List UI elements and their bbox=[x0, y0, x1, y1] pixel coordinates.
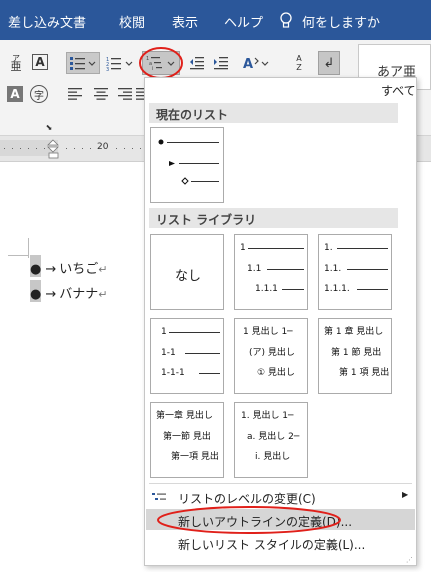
show-formatting-marks-icon[interactable]: ↲ bbox=[318, 51, 340, 75]
level-2-label: 1.1. bbox=[324, 264, 342, 274]
list-item-text: いちご bbox=[59, 262, 99, 277]
align-right-icon[interactable] bbox=[116, 85, 134, 103]
level-3-label: 第一項 見出 bbox=[171, 452, 219, 462]
current-list-thumbnail[interactable] bbox=[150, 127, 224, 203]
level-3-label: 1-1-1 bbox=[161, 368, 185, 378]
level-3-label: 1.1.1. bbox=[324, 284, 350, 294]
level-2-label: 第一節 見出 bbox=[163, 432, 211, 442]
margin-guide bbox=[8, 255, 28, 256]
level-2-label: (ア) 見出し bbox=[249, 348, 295, 358]
level-2-label: 1-1 bbox=[161, 348, 176, 358]
list-chapter-numeric[interactable]: 第 1 章 見出し 第 1 節 見出 第 1 項 見出 bbox=[318, 318, 392, 394]
submenu-arrow-icon: ▶ bbox=[402, 490, 409, 499]
svg-text:3: 3 bbox=[106, 67, 109, 71]
level-1-label: 第 1 章 見出し bbox=[324, 327, 384, 337]
tab-help[interactable]: ヘルプ bbox=[224, 12, 263, 31]
define-new-list-style-label: 新しいリスト スタイルの定義(L)... bbox=[178, 538, 366, 552]
paragraph-dialog-launcher-icon[interactable]: ⬊ bbox=[44, 122, 54, 132]
svg-text:A: A bbox=[243, 57, 253, 72]
list-none-label: なし bbox=[175, 269, 202, 284]
bullet-icon: ● bbox=[30, 262, 42, 277]
sort-icon[interactable]: AZ bbox=[290, 52, 308, 74]
level-3-label: 第 1 項 見出 bbox=[339, 368, 390, 378]
tell-me-search[interactable]: 何をしますか bbox=[302, 12, 380, 31]
level-1-label: 第一章 見出し bbox=[156, 411, 213, 421]
level-1-label: 1. 見出し 1─ bbox=[241, 411, 294, 421]
list-numeric-2[interactable]: 1. 1.1. 1.1.1. bbox=[318, 234, 392, 310]
paragraph-mark-icon: ↵ bbox=[98, 263, 108, 276]
paragraph-mark-icon: ↵ bbox=[98, 288, 108, 301]
list-library-header: リスト ライブラリ bbox=[149, 208, 398, 228]
level-1-label: 1 bbox=[161, 327, 167, 337]
decrease-indent-icon[interactable] bbox=[188, 54, 206, 72]
increase-indent-icon[interactable] bbox=[212, 54, 230, 72]
bullet-icon: ● bbox=[30, 287, 42, 302]
tab-arrow-icon: → bbox=[45, 262, 57, 277]
resize-grip-icon[interactable]: ⋰ bbox=[406, 556, 413, 564]
level-2-label: a. 見出し 2─ bbox=[247, 432, 300, 442]
bullets-button[interactable] bbox=[66, 52, 100, 74]
list-chapter-kanji[interactable]: 第一章 見出し 第一節 見出 第一項 見出 bbox=[150, 402, 224, 478]
margin-guide bbox=[28, 238, 29, 258]
filter-all[interactable]: すべて bbox=[381, 82, 416, 99]
tab-mailings[interactable]: 差し込み文書 bbox=[8, 12, 86, 31]
list-dash-numeric[interactable]: 1 1-1 1-1-1 bbox=[150, 318, 224, 394]
list-numeric-1[interactable]: 1 1.1 1.1.1 bbox=[234, 234, 308, 310]
level-3-label: i. 見出し bbox=[255, 452, 291, 462]
level-2-label: 第 1 節 見出 bbox=[331, 348, 382, 358]
define-new-list-style-item[interactable]: 新しいリスト スタイルの定義(L)... bbox=[146, 532, 415, 553]
character-border-icon[interactable]: A bbox=[32, 54, 48, 70]
lightbulb-icon[interactable] bbox=[279, 12, 293, 29]
current-list-header: 現在のリスト bbox=[149, 103, 398, 123]
align-left-icon[interactable] bbox=[66, 85, 84, 103]
justify-icon[interactable] bbox=[136, 86, 144, 102]
level-2-label: 1.1 bbox=[247, 264, 262, 274]
level-1-label: 1 bbox=[240, 243, 246, 253]
tab-view[interactable]: 表示 bbox=[172, 12, 198, 31]
highlight-circle bbox=[139, 47, 183, 79]
align-center-icon[interactable] bbox=[92, 85, 110, 103]
list-heading-alpha[interactable]: 1. 見出し 1─ a. 見出し 2─ i. 見出し bbox=[234, 402, 308, 478]
list-item-text: バナナ bbox=[59, 287, 99, 302]
tab-review[interactable]: 校閲 bbox=[119, 12, 145, 31]
level-3-label: ① 見出し bbox=[257, 368, 295, 378]
text-direction-icon[interactable]: A bbox=[240, 52, 272, 74]
list-level-icon bbox=[152, 493, 166, 500]
numbering-button[interactable]: 123 bbox=[104, 52, 136, 74]
ruler-mark: 20 bbox=[97, 142, 109, 152]
level-1-label: 1 見出し 1─ bbox=[243, 327, 293, 337]
menu-separator bbox=[149, 483, 412, 484]
enclosed-character-icon[interactable]: 字 bbox=[30, 85, 48, 103]
level-3-label: 1.1.1 bbox=[255, 284, 278, 294]
list-item[interactable]: ● → いちご↵ bbox=[30, 258, 107, 277]
list-heading-numeric[interactable]: 1 見出し 1─ (ア) 見出し ① 見出し bbox=[234, 318, 308, 394]
list-item[interactable]: ● → バナナ↵ bbox=[30, 283, 107, 302]
multilevel-list-menu: すべて 現在のリスト リスト ライブラリ なし 1 1.1 1.1.1 1. 1… bbox=[144, 77, 417, 566]
tab-arrow-icon: → bbox=[45, 287, 57, 302]
ribbon-tab-bar: 差し込み文書 校閲 表示 ヘルプ 何をしますか bbox=[0, 0, 431, 40]
list-none[interactable]: なし bbox=[150, 234, 224, 310]
level-1-label: 1. bbox=[324, 243, 333, 253]
phonetic-guide-icon[interactable]: ア亜 bbox=[8, 52, 24, 74]
highlight-color-icon[interactable]: A bbox=[7, 86, 23, 102]
